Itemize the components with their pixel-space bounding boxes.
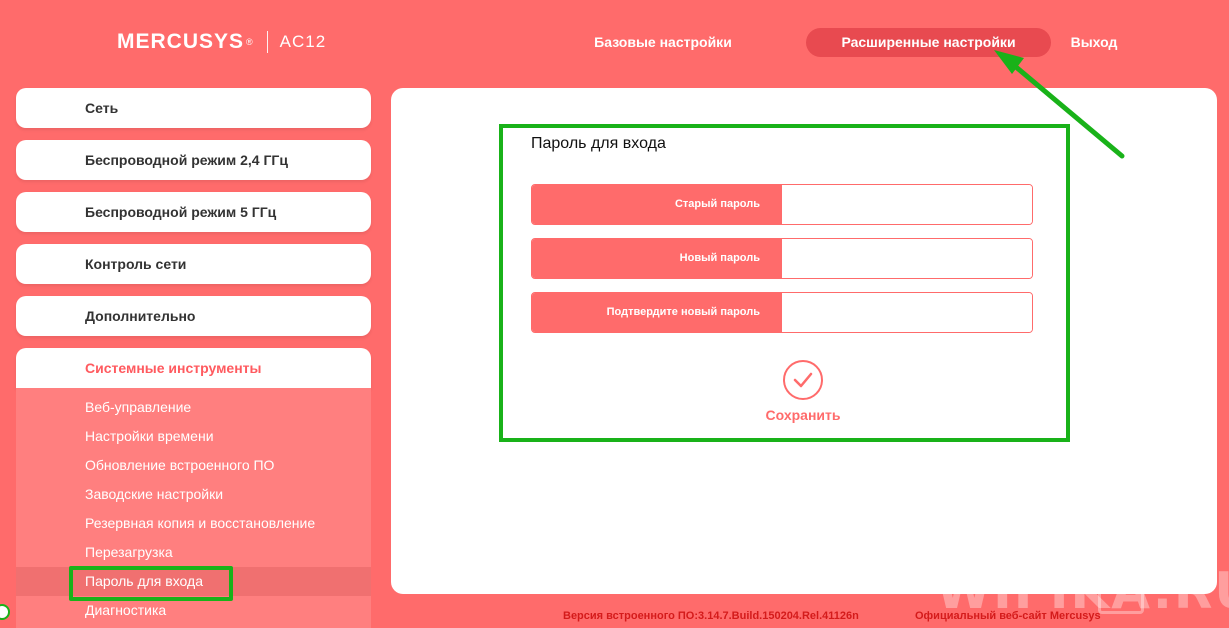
sidebar-item-advanced[interactable]: Дополнительно [16, 296, 371, 336]
watermark-text: WIFIKA.RU [936, 562, 1229, 620]
logo-text: MERCUSYS [117, 30, 245, 53]
submenu-item-factory-defaults[interactable]: Заводские настройки [16, 480, 371, 509]
confirm-password-field: Подтвердите новый пароль [531, 292, 1033, 333]
sidebar-item-system-tools[interactable]: Системные инструменты [16, 348, 371, 388]
qr-code-icon [1098, 568, 1144, 614]
annotation-highlight-box [69, 566, 233, 601]
sidebar-item-network-control[interactable]: Контроль сети [16, 244, 371, 284]
sidebar-item-network[interactable]: Сеть [16, 88, 371, 128]
new-password-input[interactable] [782, 239, 1032, 278]
save-button[interactable]: Сохранить [743, 407, 863, 423]
logo-registered-mark: ® [246, 37, 253, 47]
submenu-item-reboot[interactable]: Перезагрузка [16, 538, 371, 567]
model-name: AC12 [279, 32, 327, 51]
nav-logout[interactable]: Выход [1058, 28, 1130, 57]
form-title: Пароль для входа [531, 135, 666, 152]
sidebar-item-wireless-24[interactable]: Беспроводной режим 2,4 ГГц [16, 140, 371, 180]
checkmark-icon[interactable] [783, 360, 823, 400]
new-password-field: Новый пароль [531, 238, 1033, 279]
old-password-label: Старый пароль [532, 185, 782, 224]
sidebar-item-wireless-5[interactable]: Беспроводной режим 5 ГГц [16, 192, 371, 232]
new-password-label: Новый пароль [532, 239, 782, 278]
annotation-form-highlight [499, 124, 1070, 442]
submenu-item-backup-restore[interactable]: Резервная копия и восстановление [16, 509, 371, 538]
confirm-password-label: Подтвердите новый пароль [532, 293, 782, 332]
logo: MERCUSYS ® AC12 [117, 30, 326, 54]
nav-basic-settings[interactable]: Базовые настройки [570, 28, 756, 57]
old-password-field: Старый пароль [531, 184, 1033, 225]
firmware-version: Версия встроенного ПО:3.14.7.Build.15020… [563, 610, 859, 622]
nav-advanced-settings[interactable]: Расширенные настройки [806, 28, 1051, 57]
logo-divider [266, 31, 268, 53]
status-dot-icon [0, 604, 10, 620]
confirm-password-input[interactable] [782, 293, 1032, 332]
old-password-input[interactable] [782, 185, 1032, 224]
submenu-item-web-management[interactable]: Веб-управление [16, 393, 371, 422]
submenu-item-firmware-update[interactable]: Обновление встроенного ПО [16, 451, 371, 480]
submenu-item-time-settings[interactable]: Настройки времени [16, 422, 371, 451]
